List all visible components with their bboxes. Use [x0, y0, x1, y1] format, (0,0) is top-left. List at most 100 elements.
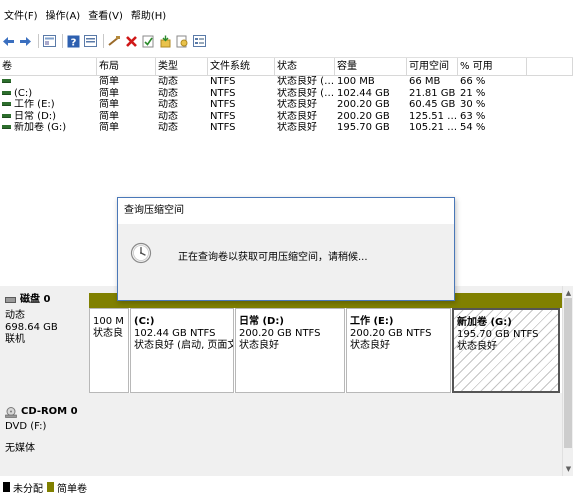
table-row[interactable]: 工作 (E:) 简单 动态 NTFS 状态良好 200.20 GB 60.45 …: [0, 99, 573, 111]
cdrom-icon: [5, 406, 17, 418]
partition-name: 新加卷 (G:): [457, 317, 512, 328]
partition-name: 工作 (E:): [350, 316, 394, 327]
partition-size: 200.20 GB NTFS: [350, 328, 432, 339]
dialog-body: 正在查询卷以获取可用压缩空间，请稍候...: [118, 224, 454, 300]
delete-icon[interactable]: [124, 34, 139, 49]
cell-type: 动态: [158, 87, 178, 99]
disk-map-scrollbar[interactable]: ▲ ▼: [562, 286, 573, 476]
legend-label-unallocated: 未分配: [13, 483, 43, 495]
check-icon[interactable]: [141, 34, 156, 49]
volume-icon: [2, 113, 11, 118]
partition-size: 200.20 GB NTFS: [239, 328, 321, 339]
partition-status: 状态良好: [350, 340, 390, 351]
partition-size: 102.44 GB NTFS: [134, 328, 216, 339]
cell-status: 状态良好: [277, 110, 317, 122]
column-header-empty: [527, 58, 573, 75]
cell-capacity: 102.44 GB: [337, 87, 390, 99]
column-header-layout[interactable]: 布局: [97, 58, 156, 75]
column-header-capacity[interactable]: 容量: [335, 58, 407, 75]
cell-filesystem: NTFS: [210, 76, 236, 87]
partition-e[interactable]: 工作 (E:) 200.20 GB NTFS 状态良好: [346, 308, 451, 393]
table-row[interactable]: (C:) 简单 动态 NTFS 状态良好 (… 102.44 GB 21.81 …: [0, 88, 573, 100]
console-icon[interactable]: [42, 34, 57, 49]
column-header-percent-free[interactable]: % 可用: [458, 58, 527, 75]
cell-status: 状态良好: [277, 122, 317, 133]
cell-status: 状态良好: [277, 99, 317, 110]
cell-layout: 简单: [99, 99, 119, 110]
disk-0-label[interactable]: 磁盘 0 动态 698.64 GB 联机: [0, 286, 88, 394]
partition-status: 状态良好: [239, 340, 279, 351]
list-icon[interactable]: [192, 34, 207, 49]
disk-icon: [5, 297, 16, 303]
cdrom-0-label[interactable]: CD-ROM 0 DVD (F:) 无媒体: [0, 396, 88, 476]
disk-map-pane: 磁盘 0 动态 698.64 GB 联机 100 M 状态良 (C:) 102.…: [0, 286, 562, 476]
partition-size: 100 M: [93, 316, 124, 327]
column-header-filesystem[interactable]: 文件系统: [208, 58, 275, 75]
volume-icon: [2, 90, 11, 95]
cell-volume: 日常 (D:): [0, 111, 97, 123]
svg-text:?: ?: [71, 37, 77, 48]
cell-percent-free: 66 %: [460, 76, 486, 87]
legend-label-simple-volume: 简单卷: [57, 483, 87, 495]
back-icon[interactable]: [1, 34, 16, 49]
cell-free-space: 66 MB: [409, 76, 441, 87]
cell-capacity: 200.20 GB: [337, 99, 390, 110]
help-icon[interactable]: ?: [66, 34, 81, 49]
cdrom-name: CD-ROM 0: [21, 406, 78, 417]
partition-c[interactable]: (C:) 102.44 GB NTFS 状态良好 (启动, 页面文: [130, 308, 234, 393]
toolbar-separator: [103, 34, 104, 48]
cell-capacity: 100 MB: [337, 76, 375, 87]
new-icon[interactable]: [158, 34, 173, 49]
cell-percent-free: 63 %: [460, 110, 486, 122]
partition-name: (C:): [134, 316, 155, 327]
partition-status: 状态良: [93, 328, 123, 339]
connect-icon[interactable]: [107, 34, 122, 49]
toolbar: ?: [0, 30, 209, 52]
scroll-up-arrow-icon[interactable]: ▲: [563, 288, 573, 298]
cell-type: 动态: [158, 122, 178, 133]
cell-percent-free: 30 %: [460, 99, 486, 110]
column-header-free-space[interactable]: 可用空间: [407, 58, 458, 75]
volume-list-header: 卷 布局 类型 文件系统 状态 容量 可用空间 % 可用: [0, 58, 573, 76]
column-header-type[interactable]: 类型: [156, 58, 208, 75]
cell-free-space: 105.21 …: [409, 122, 458, 133]
menu-help[interactable]: 帮助(H): [127, 8, 170, 26]
cell-type: 动态: [158, 99, 178, 110]
cdrom-partition-area: [89, 396, 562, 476]
partition-d[interactable]: 日常 (D:) 200.20 GB NTFS 状态良好: [235, 308, 345, 393]
table-row[interactable]: 新加卷 (G:) 简单 动态 NTFS 状态良好 195.70 GB 105.2…: [0, 122, 573, 134]
volume-icon: [2, 125, 11, 129]
forward-icon[interactable]: [18, 34, 33, 49]
scrollbar-thumb[interactable]: [564, 298, 572, 448]
cell-capacity: 200.20 GB: [337, 110, 390, 122]
cell-filesystem: NTFS: [210, 87, 236, 99]
table-row[interactable]: 简单 动态 NTFS 状态良好 (… 100 MB 66 MB 66 %: [0, 76, 573, 88]
search-icon[interactable]: [175, 34, 190, 49]
table-row[interactable]: 日常 (D:) 简单 动态 NTFS 状态良好 200.20 GB 125.51…: [0, 111, 573, 123]
column-header-volume[interactable]: 卷: [0, 58, 97, 75]
properties-icon[interactable]: [83, 34, 98, 49]
cell-filesystem: NTFS: [210, 110, 236, 122]
cell-volume: (C:): [0, 88, 97, 100]
legend-swatch-simple-volume: [47, 482, 54, 492]
cell-layout: 简单: [99, 87, 119, 99]
clock-icon: [130, 242, 152, 267]
disk-0-name: 磁盘 0: [20, 294, 51, 305]
cell-volume: 工作 (E:): [0, 99, 97, 111]
dialog-title: 查询压缩空间: [124, 205, 184, 216]
cell-percent-free: 21 %: [460, 87, 486, 99]
partition-g[interactable]: 新加卷 (G:) 195.70 GB NTFS 状态良好: [452, 308, 560, 393]
cell-layout: 简单: [99, 76, 119, 87]
cell-free-space: 125.51 …: [409, 110, 458, 122]
disk-0-status: 联机: [5, 334, 25, 345]
column-header-status[interactable]: 状态: [275, 58, 335, 75]
partition-system-reserved[interactable]: 100 M 状态良: [89, 308, 129, 393]
menu-file[interactable]: 文件(F): [0, 8, 42, 26]
cdrom-drive: DVD (F:): [5, 421, 47, 432]
legend: 未分配 简单卷: [0, 478, 87, 496]
cell-layout: 简单: [99, 110, 119, 122]
menu-action[interactable]: 操作(A): [42, 8, 85, 26]
menu-view[interactable]: 查看(V): [84, 8, 127, 26]
cell-layout: 简单: [99, 122, 119, 133]
scroll-down-arrow-icon[interactable]: ▼: [563, 464, 573, 474]
